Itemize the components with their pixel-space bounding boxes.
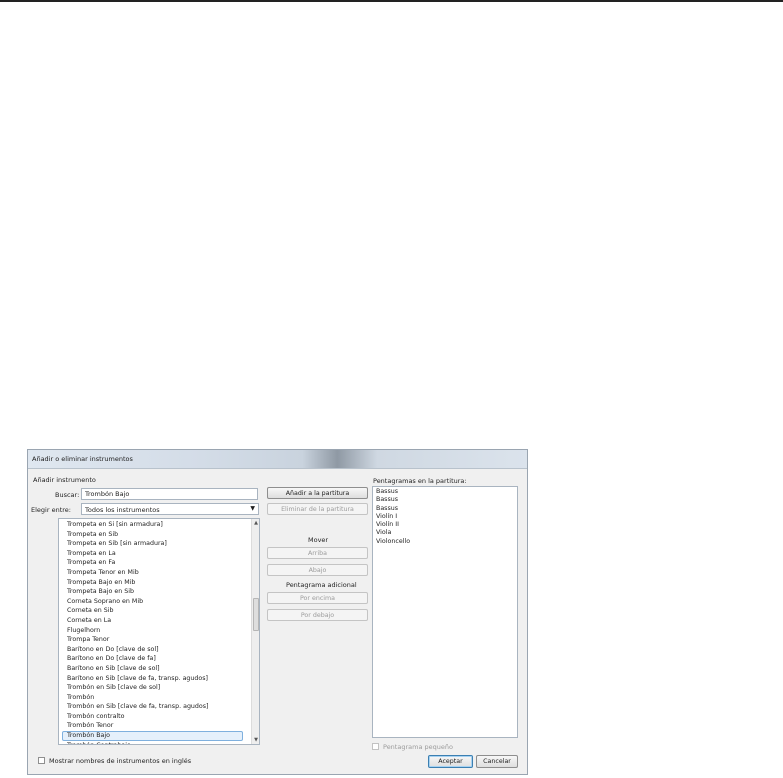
instrument-list-item-selected[interactable]: Trombón Bajo bbox=[62, 731, 243, 741]
staff-list-item[interactable]: Bassus bbox=[373, 488, 517, 496]
instrument-list-item[interactable]: Trombón Contrabajo bbox=[59, 741, 249, 744]
instrument-list-item[interactable]: Corneta en Sib bbox=[59, 606, 249, 616]
staff-list-item[interactable]: Violoncello bbox=[373, 538, 517, 546]
instrument-list-item[interactable]: Trompeta Tenor en Mib bbox=[59, 568, 249, 578]
instrument-list-item[interactable]: Trompeta en Si [sin armadura] bbox=[59, 520, 249, 530]
instrument-list-item[interactable]: Trompeta en Fa bbox=[59, 558, 249, 568]
arrow-up-icon[interactable]: ▲ bbox=[252, 519, 259, 527]
instrument-list-item[interactable]: Barítono en Sib [clave de fa, transp. ag… bbox=[59, 674, 249, 684]
instrument-list-item[interactable]: Trompeta Bajo en Sib bbox=[59, 587, 249, 597]
instrument-list-item[interactable]: Trompeta en La bbox=[59, 549, 249, 559]
instrument-list-item[interactable]: Trompeta en Sib [sin armadura] bbox=[59, 539, 249, 549]
staff-above-button[interactable]: Por encima bbox=[267, 592, 368, 604]
remove-from-score-button[interactable]: Eliminar de la partitura bbox=[267, 503, 368, 515]
instrument-list-item[interactable]: Trompa Tenor bbox=[59, 635, 249, 645]
dialog-title: Añadir o eliminar instrumentos bbox=[32, 455, 133, 463]
staff-list-item[interactable]: Violín II bbox=[373, 521, 517, 529]
top-border-line bbox=[0, 0, 783, 2]
english-names-label: Mostrar nombres de instrumentos en inglé… bbox=[49, 757, 192, 765]
search-label: Buscar: bbox=[55, 491, 80, 499]
staff-list-item[interactable]: Viola bbox=[373, 529, 517, 537]
staff-list-item[interactable]: Bassus bbox=[373, 496, 517, 504]
instrument-list-item[interactable]: Trombón Tenor bbox=[59, 721, 249, 731]
choose-from-label: Elegir entre: bbox=[31, 506, 71, 514]
staves-list[interactable]: Bassus Bassus Bassus Violín I Violín II Viola… bbox=[372, 486, 518, 738]
dialog-titlebar[interactable]: Añadir o eliminar instrumentos bbox=[28, 450, 527, 469]
move-heading: Mover bbox=[308, 536, 329, 544]
instrument-list-item[interactable]: Trombón en Sib [clave de fa, transp. agu… bbox=[59, 702, 249, 712]
instrument-list-item[interactable]: Barítono en Sib [clave de sol] bbox=[59, 664, 249, 674]
instrument-list-scrollbar[interactable]: ▲ ▼ bbox=[251, 519, 259, 744]
staves-in-score-label: Pentagramas en la partitura: bbox=[373, 477, 467, 485]
add-remove-instruments-dialog: Añadir o eliminar instrumentos Añadir in… bbox=[27, 449, 528, 775]
staff-list-item[interactable]: Violín I bbox=[373, 513, 517, 521]
instrument-list-item[interactable]: Corneta en La bbox=[59, 616, 249, 626]
ok-button[interactable]: Aceptar bbox=[428, 755, 473, 768]
add-instrument-section-label: Añadir instrumento bbox=[33, 476, 96, 484]
instrument-list-item[interactable]: Barítono en Do [clave de fa] bbox=[59, 654, 249, 664]
move-down-button[interactable]: Abajo bbox=[267, 564, 368, 576]
instrument-list-item[interactable]: Trombón en Sib [clave de sol] bbox=[59, 683, 249, 693]
small-staff-label: Pentagrama pequeño bbox=[383, 743, 453, 751]
instrument-list-item[interactable]: Trompeta Bajo en Mib bbox=[59, 578, 249, 588]
arrow-down-icon[interactable]: ▼ bbox=[252, 736, 259, 744]
staff-list-item[interactable]: Bassus bbox=[373, 505, 517, 513]
small-staff-checkbox[interactable] bbox=[372, 743, 379, 750]
instrument-list-item[interactable]: Trombón contralto bbox=[59, 712, 249, 722]
english-names-checkbox[interactable] bbox=[38, 757, 45, 764]
instrument-list-item[interactable]: Trombón bbox=[59, 693, 249, 703]
search-input[interactable] bbox=[81, 488, 258, 500]
cancel-button[interactable]: Cancelar bbox=[476, 755, 518, 768]
choose-from-select[interactable]: Todos los instrumentos ▼ bbox=[81, 503, 259, 515]
instrument-list[interactable]: Trompeta en Si [sin armadura] Trompeta en… bbox=[58, 518, 260, 745]
instrument-list-item[interactable]: Corneta Soprano en Mib bbox=[59, 597, 249, 607]
instrument-list-item[interactable]: Flugelhorn bbox=[59, 626, 249, 636]
move-up-button[interactable]: Arriba bbox=[267, 547, 368, 559]
chevron-down-icon: ▼ bbox=[250, 505, 255, 512]
instrument-list-item[interactable]: Barítono en Do [clave de sol] bbox=[59, 645, 249, 655]
add-to-score-button[interactable]: Añadir a la partitura bbox=[267, 487, 368, 499]
staff-below-button[interactable]: Por debajo bbox=[267, 609, 368, 621]
instrument-list-item[interactable]: Trompeta en Sib bbox=[59, 530, 249, 540]
extra-staff-heading: Pentagrama adicional bbox=[286, 581, 357, 589]
choose-from-value: Todos los instrumentos bbox=[85, 506, 160, 514]
scrollbar-thumb[interactable] bbox=[253, 598, 259, 631]
